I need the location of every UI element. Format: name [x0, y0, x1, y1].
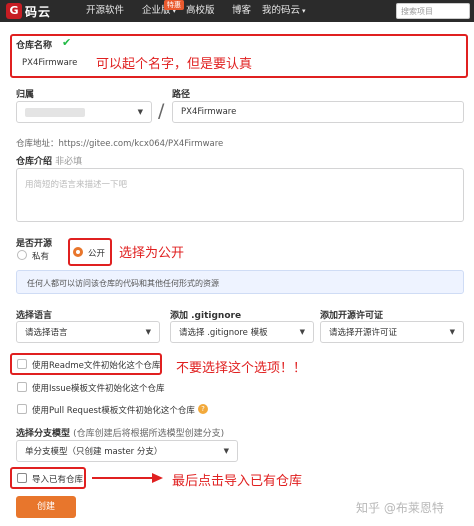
pr-checkbox[interactable]	[17, 404, 27, 414]
gitignore-select[interactable]: 请选择 .gitignore 模板 ▼	[170, 321, 314, 343]
license-value: 请选择开源许可证	[329, 328, 398, 338]
watermark: 知乎 @布莱恩特	[356, 501, 444, 515]
private-label: 私有	[32, 252, 50, 262]
visibility-hint: 任何人都可以访问该仓库的代码和其他任何形式的资源	[16, 270, 464, 294]
arrow-right-icon	[92, 473, 163, 483]
path-separator: /	[158, 100, 165, 122]
chevron-down-icon: ▼	[137, 108, 143, 116]
radio-public[interactable]	[73, 247, 83, 257]
chevron-down-icon: ▼	[145, 328, 151, 336]
issue-checkbox[interactable]	[17, 382, 27, 392]
logo-text: 码云	[25, 4, 52, 19]
logo[interactable]: G 码云	[6, 3, 51, 19]
path-input[interactable]: PX4Firmware	[172, 101, 464, 123]
logo-mark: G	[6, 3, 22, 19]
visibility-label: 是否开源	[16, 239, 53, 249]
chevron-down-icon: ▼	[223, 447, 229, 455]
public-label: 公开	[88, 249, 106, 259]
owner-select[interactable]: ▼	[16, 101, 152, 123]
language-select[interactable]: 请选择语言 ▼	[16, 321, 160, 343]
branch-label-text: 选择分支模型	[16, 429, 71, 439]
intro-optional: 非必填	[55, 157, 83, 167]
language-label: 选择语言	[16, 311, 53, 321]
path-label: 路径	[172, 90, 191, 100]
nav-my-gitee-label: 我的码云	[262, 5, 301, 16]
nav-open-source[interactable]: 开源软件	[86, 5, 124, 17]
nav-my-gitee[interactable]: 我的码云 ▾	[262, 5, 306, 17]
nav-university[interactable]: 高校版	[186, 5, 215, 17]
help-icon[interactable]: ?	[198, 404, 208, 414]
language-value: 请选择语言	[25, 328, 68, 338]
repo-address: 仓库地址：https://gitee.com/kcx064/PX4Firmwar…	[16, 139, 224, 149]
search-input[interactable]: 搜索项目	[396, 3, 470, 19]
import-label: 导入已有仓库	[32, 475, 84, 485]
promo-badge: 特惠	[164, 0, 184, 10]
annotation-public-note: 选择为公开	[119, 246, 185, 261]
readme-checkbox[interactable]	[17, 359, 27, 369]
issue-label: 使用Issue模板文件初始化这个仓库	[32, 384, 165, 394]
gitignore-label: 添加 .gitignore	[170, 311, 242, 321]
license-select[interactable]: 请选择开源许可证 ▼	[320, 321, 464, 343]
intro-textarea[interactable]: 用简短的语言来描述一下吧	[16, 168, 464, 222]
annotation-import-note: 最后点击导入已有仓库	[172, 474, 303, 489]
gitignore-value: 请选择 .gitignore 模板	[179, 328, 268, 338]
branch-label: 选择分支模型 (仓库创建后将根据所选模型创建分支)	[16, 426, 224, 439]
owner-blurred	[25, 107, 85, 117]
chevron-down-icon: ▼	[449, 328, 455, 336]
license-label: 添加开源许可证	[320, 311, 384, 321]
branch-value: 单分支模型（只创建 master 分支）	[25, 447, 163, 457]
top-nav: G 码云 开源软件 企业版 ▾ 特惠 高校版 博客 我的码云 ▾ 搜索项目	[0, 0, 474, 22]
chevron-down-icon: ▼	[299, 328, 305, 336]
readme-label: 使用Readme文件初始化这个仓库	[32, 361, 161, 371]
intro-label-text: 仓库介绍	[16, 157, 53, 167]
owner-label: 归属	[16, 90, 35, 100]
create-button[interactable]: 创建	[16, 496, 76, 518]
chevron-down-icon: ▾	[302, 7, 306, 15]
branch-select[interactable]: 单分支模型（只创建 master 分支） ▼	[16, 440, 238, 462]
nav-blog[interactable]: 博客	[232, 5, 251, 17]
radio-private[interactable]	[17, 250, 27, 260]
annotation-readme-note: 不要选择这个选项！！	[176, 361, 307, 376]
branch-hint: (仓库创建后将根据所选模型创建分支)	[73, 429, 225, 439]
pr-label: 使用Pull Request模板文件初始化这个仓库	[32, 406, 195, 416]
import-checkbox[interactable]	[17, 473, 27, 483]
annotation-name-note: 可以起个名字，但是要认真	[96, 57, 253, 72]
intro-label: 仓库介绍 非必填	[16, 154, 82, 167]
